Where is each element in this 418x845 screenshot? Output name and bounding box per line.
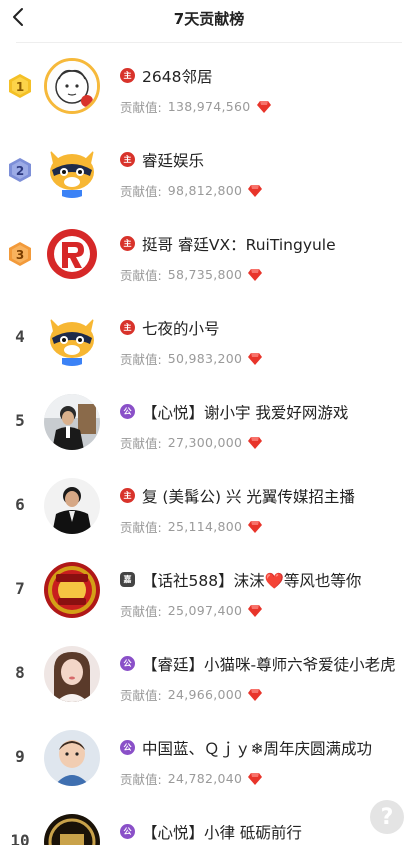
score-value: 58,735,800 — [167, 267, 243, 282]
avatar[interactable] — [44, 646, 100, 702]
guild-role-badge: 公 — [120, 740, 135, 755]
svg-text:1: 1 — [16, 80, 24, 94]
score-value: 50,983,200 — [167, 351, 243, 366]
guild-role-badge: 公 — [120, 404, 135, 419]
score-value: 25,114,800 — [167, 519, 243, 534]
gem-icon — [248, 352, 263, 365]
gem-icon — [248, 184, 263, 197]
user-name: 睿廷娱乐 — [142, 152, 205, 170]
gem-icon — [248, 604, 263, 617]
score-label: 贡献值: — [120, 184, 162, 199]
silver-medal-icon: 2 — [9, 158, 31, 182]
guild-role-badge: 公 — [120, 656, 135, 671]
score-line: 贡献值: 50,983,200 — [120, 349, 263, 368]
score-label: 贡献值: — [120, 688, 162, 703]
user-name: 【睿廷】小猫咪-尊师六爷爱徒小老虎 — [142, 656, 396, 674]
user-name: 2648邻居 — [142, 68, 213, 86]
avatar[interactable] — [44, 814, 100, 845]
avatar[interactable] — [44, 562, 100, 618]
list-item[interactable]: 9 公 中国蓝、Ｑｊｙ❄周年庆圆满成功 贡献值: 24,782,040 — [0, 715, 418, 799]
avatar[interactable] — [44, 142, 100, 198]
host-role-badge: 主 — [120, 488, 135, 503]
user-name: 【心悦】谢小宇 我爱好网游戏 — [142, 404, 349, 422]
score-line: 贡献值: 25,097,400 — [120, 601, 263, 620]
list-item[interactable]: 7 嘉 【话社588】沫沫❤️等风也等你 贡献值: 25,097,400 — [0, 547, 418, 631]
score-value: 24,782,040 — [167, 771, 243, 786]
gem-icon — [248, 688, 263, 701]
score-line: 贡献值: 24,966,000 — [120, 685, 263, 704]
guest-role-badge: 嘉 — [120, 572, 135, 587]
score-value: 98,812,800 — [167, 183, 243, 198]
avatar[interactable] — [44, 730, 100, 786]
score-line: 贡献值: 58,735,800 — [120, 265, 263, 284]
page-title: 7天贡献榜 — [173, 10, 245, 28]
score-label: 贡献值: — [120, 772, 162, 787]
rank-number: 5 — [15, 411, 25, 430]
list-item[interactable]: 5 公 【心悦】谢小宇 我爱好网游戏 贡献值: 27,300,000 — [0, 379, 418, 463]
gem-icon — [248, 520, 263, 533]
host-role-badge: 主 — [120, 236, 135, 251]
user-name: 中国蓝、Ｑｊｙ❄周年庆圆满成功 — [142, 740, 372, 758]
rank-number: 7 — [15, 579, 25, 598]
user-name: 七夜的小号 — [142, 320, 220, 338]
contribution-list: 1 主 2648邻居 贡献值: 138,974,560 2 主 睿廷娱乐 贡献值… — [0, 43, 418, 845]
chevron-left-icon — [13, 8, 23, 26]
list-item[interactable]: 2 主 睿廷娱乐 贡献值: 98,812,800 — [0, 127, 418, 211]
score-line: 贡献值: 27,300,000 — [120, 433, 263, 452]
avatar[interactable] — [44, 310, 100, 366]
rank-number: 8 — [15, 663, 25, 682]
list-item[interactable]: 8 公 【睿廷】小猫咪-尊师六爷爱徒小老虎 贡献值: 24,966,000 — [0, 631, 418, 715]
rank-number: 4 — [15, 327, 25, 346]
user-name: 复 (美髯公) 兴 光翼传媒招主播 — [142, 488, 355, 506]
list-item[interactable]: 4 主 七夜的小号 贡献值: 50,983,200 — [0, 295, 418, 379]
svg-text:3: 3 — [16, 248, 24, 262]
back-button[interactable] — [4, 2, 32, 32]
gem-icon — [248, 268, 263, 281]
score-line: 贡献值: 138,974,560 — [120, 97, 271, 116]
bronze-medal-icon: 3 — [9, 242, 31, 266]
score-label: 贡献值: — [120, 436, 162, 451]
avatar[interactable] — [44, 478, 100, 534]
header-bar: 7天贡献榜 — [0, 0, 418, 36]
avatar[interactable] — [44, 226, 100, 282]
user-name: 挺哥 睿廷VX：RuiTingyule — [142, 236, 336, 254]
host-role-badge: 主 — [120, 68, 135, 83]
svg-text:2: 2 — [16, 164, 24, 178]
rank-number: 9 — [15, 747, 25, 766]
avatar[interactable] — [44, 394, 100, 450]
rank-number: 10 — [10, 831, 30, 845]
gem-icon — [248, 772, 263, 785]
score-value: 24,966,000 — [167, 687, 243, 702]
guild-role-badge: 公 — [120, 824, 135, 839]
score-value: 25,097,400 — [167, 603, 243, 618]
score-line: 贡献值: 98,812,800 — [120, 181, 263, 200]
host-role-badge: 主 — [120, 320, 135, 335]
score-line: 贡献值: 24,782,040 — [120, 769, 263, 788]
avatar[interactable] — [44, 58, 100, 114]
rank-number: 6 — [15, 495, 25, 514]
user-name: 【心悦】小律 砥砺前行 — [142, 824, 302, 842]
score-label: 贡献值: — [120, 100, 162, 115]
list-item[interactable]: 3 主 挺哥 睿廷VX：RuiTingyule 贡献值: 58,735,800 — [0, 211, 418, 295]
list-item[interactable]: 6 主 复 (美髯公) 兴 光翼传媒招主播 贡献值: 25,114,800 — [0, 463, 418, 547]
gem-icon — [256, 100, 271, 113]
gold-medal-icon: 1 — [9, 74, 31, 98]
score-label: 贡献值: — [120, 604, 162, 619]
gem-icon — [248, 436, 263, 449]
score-value: 138,974,560 — [167, 99, 251, 114]
score-value: 27,300,000 — [167, 435, 243, 450]
score-label: 贡献值: — [120, 352, 162, 367]
help-button[interactable]: ? — [370, 800, 404, 834]
user-name: 【话社588】沫沫❤️等风也等你 — [142, 572, 362, 590]
score-line: 贡献值: 25,114,800 — [120, 517, 263, 536]
list-item[interactable]: 1 主 2648邻居 贡献值: 138,974,560 — [0, 43, 418, 127]
score-label: 贡献值: — [120, 520, 162, 535]
host-role-badge: 主 — [120, 152, 135, 167]
score-label: 贡献值: — [120, 268, 162, 283]
list-item[interactable]: 10 公 【心悦】小律 砥砺前行 — [0, 799, 418, 845]
